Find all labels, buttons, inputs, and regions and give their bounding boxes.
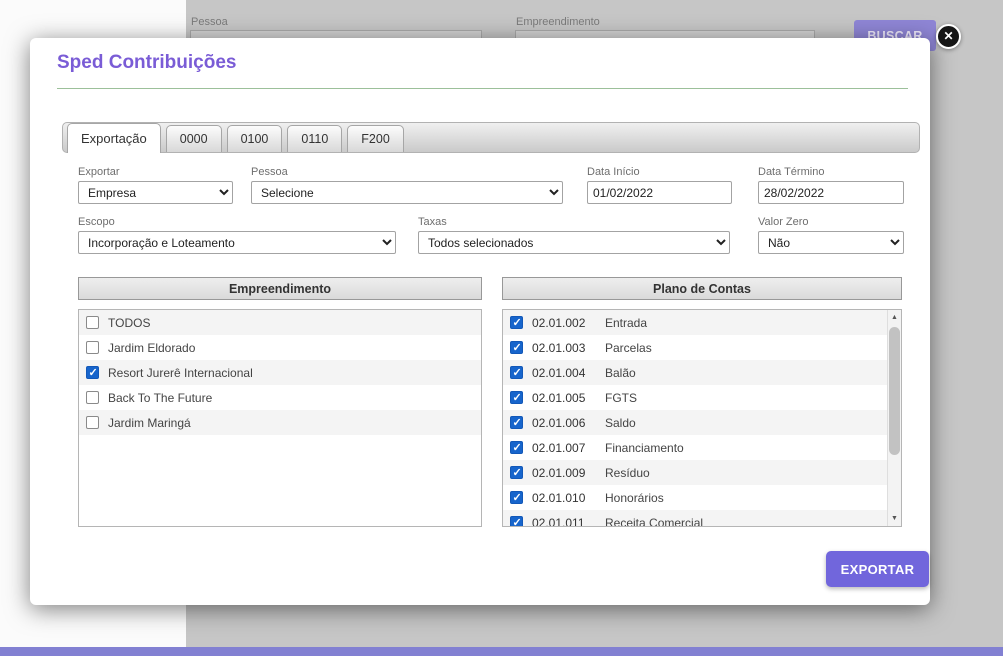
empreendimento-item[interactable]: Jardim Eldorado bbox=[79, 335, 481, 360]
plano-rows: 02.01.002 Entrada 02.01.003 Parcelas 02.… bbox=[503, 310, 887, 526]
empreendimento-item-label: Back To The Future bbox=[108, 391, 212, 405]
valor-zero-field-group: Valor Zero Não bbox=[758, 216, 904, 254]
plano-item-code: 02.01.003 bbox=[532, 341, 605, 355]
pessoa-label: Pessoa bbox=[251, 166, 563, 178]
scrollbar-track[interactable] bbox=[888, 325, 901, 511]
checkbox[interactable] bbox=[510, 491, 523, 504]
plano-item-code: 02.01.005 bbox=[532, 391, 605, 405]
plano-de-contas-list: 02.01.002 Entrada 02.01.003 Parcelas 02.… bbox=[502, 309, 902, 527]
checkbox[interactable] bbox=[86, 416, 99, 429]
plano-item-code: 02.01.002 bbox=[532, 316, 605, 330]
plano-item[interactable]: 02.01.003 Parcelas bbox=[503, 335, 887, 360]
empreendimento-item-label: TODOS bbox=[108, 316, 150, 330]
title-divider bbox=[57, 88, 908, 89]
plano-item-label: Saldo bbox=[605, 416, 636, 430]
exportar-field-group: Exportar Empresa bbox=[78, 166, 233, 204]
footer-strip bbox=[0, 647, 1003, 656]
plano-item-label: Financiamento bbox=[605, 441, 684, 455]
taxas-select[interactable]: Todos selecionados bbox=[418, 231, 730, 254]
plano-item-code: 02.01.010 bbox=[532, 491, 605, 505]
tab-exportacao[interactable]: Exportação bbox=[67, 123, 161, 153]
checkbox[interactable] bbox=[86, 316, 99, 329]
empreendimento-item[interactable]: TODOS bbox=[79, 310, 481, 335]
plano-item[interactable]: 02.01.007 Financiamento bbox=[503, 435, 887, 460]
checkbox[interactable] bbox=[510, 441, 523, 454]
plano-item-label: Receita Comercial bbox=[605, 516, 703, 527]
valor-zero-label: Valor Zero bbox=[758, 216, 904, 228]
tab-f200[interactable]: F200 bbox=[347, 125, 404, 152]
plano-de-contas-panel-header: Plano de Contas bbox=[502, 277, 902, 300]
empreendimento-item-label: Resort Jurerê Internacional bbox=[108, 366, 253, 380]
tab-0110[interactable]: 0110 bbox=[287, 125, 342, 152]
empreendimento-panel-header: Empreendimento bbox=[78, 277, 482, 300]
checkbox[interactable] bbox=[86, 341, 99, 354]
plano-item[interactable]: 02.01.006 Saldo bbox=[503, 410, 887, 435]
checkbox[interactable] bbox=[510, 416, 523, 429]
checkbox[interactable] bbox=[86, 391, 99, 404]
plano-item[interactable]: 02.01.011 Receita Comercial bbox=[503, 510, 887, 526]
bg-empreendimento-label: Empreendimento bbox=[516, 16, 600, 28]
plano-item[interactable]: 02.01.009 Resíduo bbox=[503, 460, 887, 485]
modal-title: Sped Contribuições bbox=[57, 52, 236, 74]
tab-0100[interactable]: 0100 bbox=[227, 125, 283, 152]
plano-item-label: Parcelas bbox=[605, 341, 652, 355]
exportar-label: Exportar bbox=[78, 166, 233, 178]
pessoa-field-group: Pessoa Selecione bbox=[251, 166, 563, 204]
data-termino-input[interactable] bbox=[758, 181, 904, 204]
scrollbar[interactable]: ▲ ▼ bbox=[887, 310, 901, 526]
empreendimento-item[interactable]: Back To The Future bbox=[79, 385, 481, 410]
escopo-field-group: Escopo Incorporação e Loteamento bbox=[78, 216, 396, 254]
tab-strip: Exportação 0000 0100 0110 F200 bbox=[62, 122, 920, 153]
escopo-label: Escopo bbox=[78, 216, 396, 228]
checkbox[interactable] bbox=[510, 366, 523, 379]
plano-item-code: 02.01.011 bbox=[532, 516, 605, 527]
data-inicio-input[interactable] bbox=[587, 181, 732, 204]
scroll-down-icon[interactable]: ▼ bbox=[888, 511, 901, 526]
plano-item-code: 02.01.004 bbox=[532, 366, 605, 380]
data-termino-field-group: Data Término bbox=[758, 166, 904, 204]
data-inicio-field-group: Data Início bbox=[587, 166, 732, 204]
empreendimento-item-label: Jardim Eldorado bbox=[108, 341, 195, 355]
sped-contribuicoes-modal: Sped Contribuições Exportação 0000 0100 … bbox=[30, 38, 930, 605]
empreendimento-item[interactable]: Jardim Maringá bbox=[79, 410, 481, 435]
taxas-label: Taxas bbox=[418, 216, 730, 228]
bg-pessoa-label: Pessoa bbox=[191, 16, 228, 28]
checkbox[interactable] bbox=[510, 316, 523, 329]
data-termino-label: Data Término bbox=[758, 166, 904, 178]
empreendimento-list: TODOS Jardim Eldorado Resort Jurerê Inte… bbox=[78, 309, 482, 527]
plano-item[interactable]: 02.01.010 Honorários bbox=[503, 485, 887, 510]
valor-zero-select[interactable]: Não bbox=[758, 231, 904, 254]
exportar-select[interactable]: Empresa bbox=[78, 181, 233, 204]
close-icon[interactable]: ✕ bbox=[936, 24, 961, 49]
taxas-field-group: Taxas Todos selecionados bbox=[418, 216, 730, 254]
scrollbar-thumb[interactable] bbox=[889, 327, 900, 455]
escopo-select[interactable]: Incorporação e Loteamento bbox=[78, 231, 396, 254]
checkbox[interactable] bbox=[510, 391, 523, 404]
plano-item[interactable]: 02.01.005 FGTS bbox=[503, 385, 887, 410]
scroll-up-icon[interactable]: ▲ bbox=[888, 310, 901, 325]
plano-item-label: Resíduo bbox=[605, 466, 650, 480]
empreendimento-item-label: Jardim Maringá bbox=[108, 416, 191, 430]
pessoa-select[interactable]: Selecione bbox=[251, 181, 563, 204]
checkbox[interactable] bbox=[510, 516, 523, 526]
checkbox[interactable] bbox=[86, 366, 99, 379]
checkbox[interactable] bbox=[510, 466, 523, 479]
plano-item-label: Honorários bbox=[605, 491, 664, 505]
data-inicio-label: Data Início bbox=[587, 166, 732, 178]
plano-item-code: 02.01.009 bbox=[532, 466, 605, 480]
plano-item[interactable]: 02.01.002 Entrada bbox=[503, 310, 887, 335]
plano-item-label: FGTS bbox=[605, 391, 637, 405]
empreendimento-item[interactable]: Resort Jurerê Internacional bbox=[79, 360, 481, 385]
plano-item[interactable]: 02.01.004 Balão bbox=[503, 360, 887, 385]
plano-item-code: 02.01.007 bbox=[532, 441, 605, 455]
plano-item-label: Entrada bbox=[605, 316, 647, 330]
tab-0000[interactable]: 0000 bbox=[166, 125, 222, 152]
checkbox[interactable] bbox=[510, 341, 523, 354]
plano-item-label: Balão bbox=[605, 366, 636, 380]
exportar-button[interactable]: EXPORTAR bbox=[826, 551, 929, 587]
plano-item-code: 02.01.006 bbox=[532, 416, 605, 430]
